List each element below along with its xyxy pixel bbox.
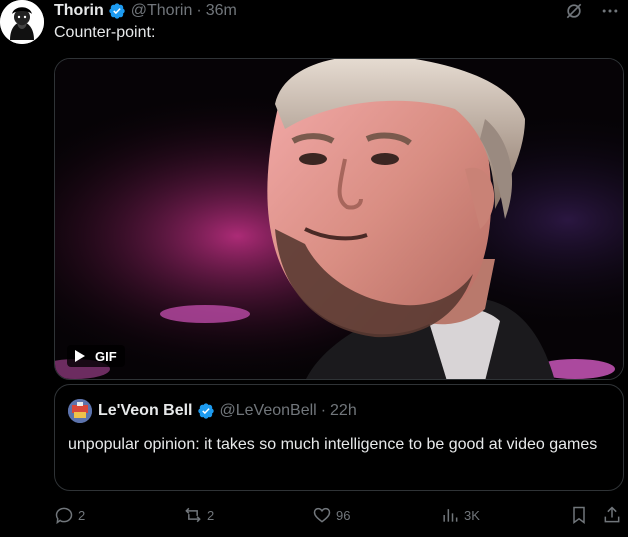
reply-icon [54, 505, 74, 525]
like-button[interactable]: 96 [312, 505, 350, 525]
share-button[interactable] [602, 505, 622, 525]
bookmark-button[interactable] [569, 505, 589, 525]
tweet-media-gif[interactable]: GIF [54, 58, 624, 380]
views-button[interactable]: 3K [440, 505, 480, 525]
separator-dot: · [320, 402, 327, 419]
gif-label: GIF [95, 348, 117, 364]
author-avatar[interactable] [0, 0, 44, 44]
play-icon[interactable] [75, 350, 85, 362]
reply-button[interactable]: 2 [54, 505, 85, 525]
tweet-action-bar: 2 2 96 3K [54, 505, 624, 529]
quoted-author-avatar[interactable] [68, 399, 92, 423]
grok-icon[interactable] [564, 1, 584, 21]
repost-icon [183, 505, 203, 525]
repost-button[interactable]: 2 [183, 505, 214, 525]
author-handle[interactable]: @Thorin [131, 2, 193, 20]
verified-badge-icon [108, 2, 126, 20]
gif-frame-image [55, 59, 623, 379]
views-count: 3K [464, 507, 480, 523]
verified-badge-icon [197, 402, 215, 420]
separator-dot: · [196, 2, 202, 19]
reply-count: 2 [78, 507, 86, 523]
author-name[interactable]: Thorin [54, 2, 104, 20]
quoted-tweet[interactable]: Le'Veon Bell @LeVeonBell · 22h unpopular… [54, 384, 624, 491]
quoted-author-handle[interactable]: @LeVeonBell [220, 402, 317, 420]
quoted-tweet-text: unpopular opinion: it takes so much inte… [68, 436, 598, 453]
share-icon [602, 505, 622, 525]
more-icon[interactable] [600, 1, 620, 21]
bookmark-icon [569, 505, 589, 525]
quoted-tweet-header: Le'Veon Bell @LeVeonBell · 22h [68, 399, 357, 423]
top-actions [564, 1, 620, 21]
quoted-author-name[interactable]: Le'Veon Bell [98, 402, 193, 420]
tweet-time[interactable]: 36m [206, 2, 237, 20]
tweet-text: Counter-point: [54, 24, 156, 41]
gif-badge[interactable]: GIF [67, 345, 125, 367]
like-icon [312, 505, 332, 525]
views-icon [440, 505, 460, 525]
tweet-header: Thorin @Thorin · 36m [54, 0, 237, 22]
quoted-tweet-time[interactable]: 22h [330, 402, 357, 420]
repost-count: 2 [207, 507, 215, 523]
like-count: 96 [336, 507, 351, 523]
